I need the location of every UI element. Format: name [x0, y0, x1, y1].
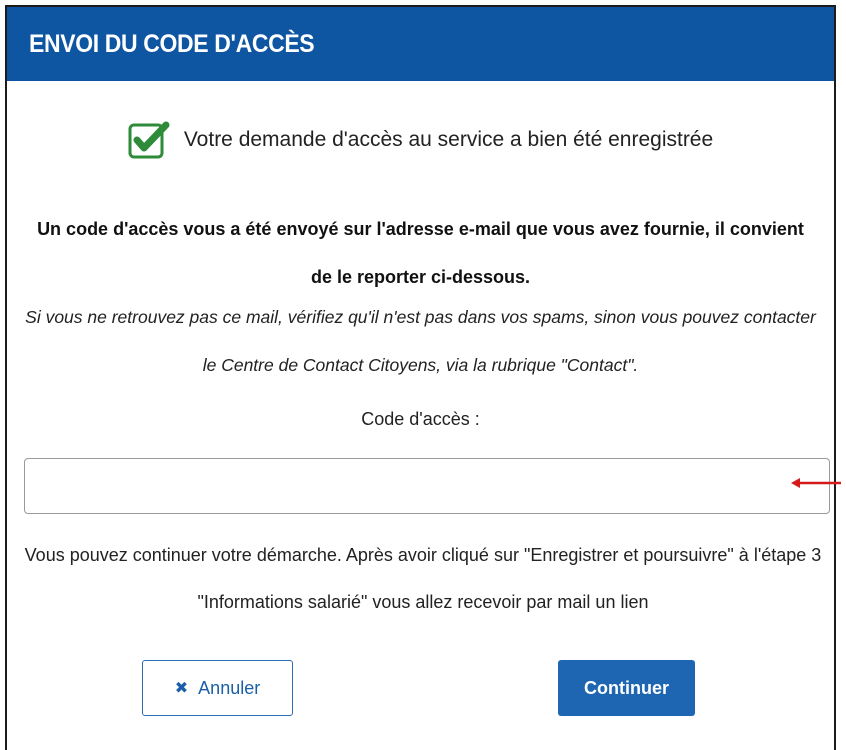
red-arrow-annotation — [791, 478, 841, 488]
cancel-button-label: Annuler — [198, 677, 261, 698]
code-field-label: Code d'accès : — [361, 409, 480, 429]
spam-hint-message: Si vous ne retrouvez pas ce mail, vérifi… — [25, 307, 816, 375]
code-sent-message: Un code d'accès vous a été envoyé sur l'… — [37, 219, 804, 287]
dialog-header: ENVOI DU CODE D'ACCÈS — [7, 7, 834, 81]
success-message: Votre demande d'accès au service a bien … — [7, 115, 834, 165]
continue-button-label: Continuer — [584, 677, 669, 698]
dialog-title: ENVOI DU CODE D'ACCÈS — [29, 29, 315, 58]
cancel-button[interactable]: ✖ Annuler — [142, 660, 293, 716]
access-code-dialog: ENVOI DU CODE D'ACCÈS Votre demande d'ac… — [5, 5, 836, 750]
check-square-icon — [128, 121, 170, 159]
continue-info-message: Vous pouvez continuer votre démarche. Ap… — [24, 545, 822, 612]
access-code-input[interactable] — [24, 458, 830, 514]
success-text: Votre demande d'accès au service a bien … — [183, 128, 714, 151]
close-icon: ✖ — [174, 680, 189, 697]
continue-button[interactable]: Continuer — [558, 660, 695, 716]
